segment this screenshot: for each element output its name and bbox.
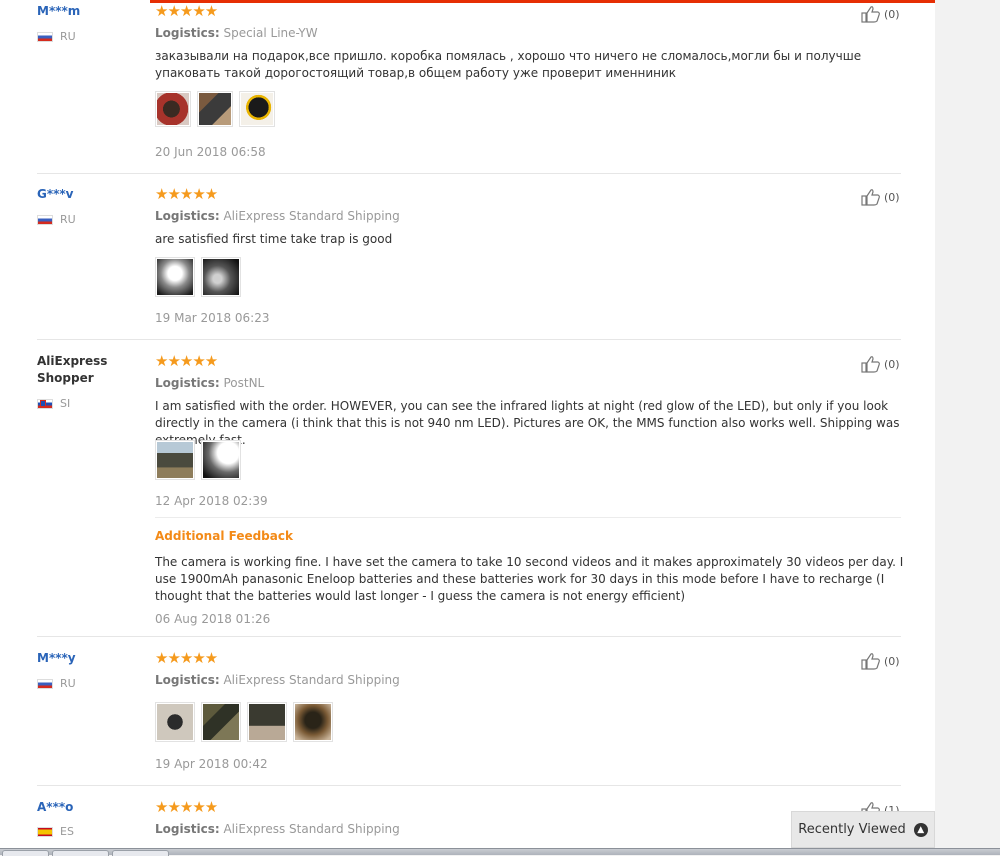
divider	[37, 785, 901, 786]
recently-viewed-label: Recently Viewed	[798, 822, 906, 837]
country-code: RU	[60, 677, 76, 690]
flag-icon	[37, 32, 53, 42]
helpful-count: (0)	[884, 357, 900, 371]
divider	[37, 636, 901, 637]
reviews-panel: M***m RU ★★★★★ (0) Logistics: Special Li…	[0, 0, 935, 848]
logistics-value: AliExpress Standard Shipping	[223, 209, 400, 223]
reviewer-name[interactable]: M***y	[37, 650, 127, 667]
reviewer-name[interactable]: M***m	[37, 3, 127, 20]
review-photo[interactable]	[197, 91, 233, 127]
review-photo[interactable]	[155, 702, 195, 742]
recently-viewed-button[interactable]: Recently Viewed ▲	[791, 811, 935, 848]
logistics-label: Logistics:	[155, 209, 220, 223]
taskbar-button[interactable]	[52, 850, 109, 856]
logistics-info: Logistics: PostNL	[155, 375, 264, 391]
reviewer-name[interactable]: G***v	[37, 186, 127, 203]
additional-feedback-date: 06 Aug 2018 01:26	[155, 612, 271, 626]
reviewer-country: ES	[37, 825, 74, 839]
reviewer-name[interactable]: AliExpress Shopper	[37, 353, 127, 387]
country-code: ES	[60, 825, 74, 838]
review-photos	[155, 440, 241, 480]
helpful-count: (0)	[884, 654, 900, 668]
reviewer-name[interactable]: A***o	[37, 799, 127, 816]
star-rating: ★★★★★	[155, 649, 218, 667]
country-code: SI	[60, 397, 71, 410]
thumbs-up-icon	[861, 189, 880, 206]
star-rating: ★★★★★	[155, 185, 218, 203]
reviewer-country: RU	[37, 677, 76, 691]
logistics-label: Logistics:	[155, 26, 220, 40]
page-background	[935, 0, 1000, 848]
review-photo[interactable]	[201, 440, 241, 480]
review-text: I am satisfied with the order. HOWEVER, …	[155, 399, 900, 447]
logistics-label: Logistics:	[155, 822, 220, 836]
logistics-value: AliExpress Standard Shipping	[223, 673, 400, 687]
logistics-info: Logistics: Special Line-YW	[155, 25, 318, 41]
chevron-up-icon: ▲	[913, 822, 928, 837]
helpful-count: (0)	[884, 190, 900, 204]
review-date: 19 Mar 2018 06:23	[155, 311, 270, 325]
reviewer-country: SI	[37, 397, 70, 411]
review-photo[interactable]	[155, 257, 195, 297]
review-photo[interactable]	[155, 440, 195, 480]
logistics-info: Logistics: AliExpress Standard Shipping	[155, 821, 400, 837]
flag-icon	[37, 827, 53, 837]
logistics-value: Special Line-YW	[223, 26, 318, 40]
additional-feedback-title: Additional Feedback	[155, 529, 293, 543]
taskbar-button[interactable]	[112, 850, 169, 856]
review-text: are satisfied first time take trap is go…	[155, 232, 393, 246]
logistics-info: Logistics: AliExpress Standard Shipping	[155, 208, 400, 224]
review-date: 20 Jun 2018 06:58	[155, 145, 266, 159]
divider	[37, 173, 901, 174]
star-rating: ★★★★★	[155, 352, 218, 370]
helpful-button[interactable]: (0)	[861, 188, 900, 206]
review-photo[interactable]	[155, 91, 191, 127]
logistics-info: Logistics: AliExpress Standard Shipping	[155, 672, 400, 688]
divider	[37, 339, 901, 340]
review-photos	[155, 91, 275, 127]
tab-accent-bar	[150, 0, 935, 3]
review-photo[interactable]	[293, 702, 333, 742]
star-rating: ★★★★★	[155, 2, 218, 20]
logistics-label: Logistics:	[155, 376, 220, 390]
thumbs-up-icon	[861, 653, 880, 670]
review-date: 19 Apr 2018 00:42	[155, 757, 268, 771]
reviewer-country: RU	[37, 30, 76, 44]
thumbs-up-icon	[861, 6, 880, 23]
review-photo[interactable]	[239, 91, 275, 127]
review-photo[interactable]	[201, 257, 241, 297]
helpful-count: (0)	[884, 7, 900, 21]
country-code: RU	[60, 30, 76, 43]
taskbar-button[interactable]	[2, 850, 49, 856]
flag-icon	[37, 399, 53, 409]
helpful-button[interactable]: (0)	[861, 355, 900, 373]
thumbs-up-icon	[861, 356, 880, 373]
logistics-value: PostNL	[223, 376, 265, 390]
logistics-label: Logistics:	[155, 673, 220, 687]
review-text: заказывали на подарок,все пришло. коробк…	[155, 49, 862, 80]
helpful-button[interactable]: (0)	[861, 652, 900, 670]
country-code: RU	[60, 213, 76, 226]
review-photos	[155, 257, 241, 297]
logistics-value: AliExpress Standard Shipping	[223, 822, 400, 836]
divider	[155, 517, 901, 518]
star-rating: ★★★★★	[155, 798, 218, 816]
flag-icon	[37, 679, 53, 689]
additional-feedback-text: The camera is working fine. I have set t…	[155, 555, 904, 603]
review-date: 12 Apr 2018 02:39	[155, 494, 268, 508]
reviewer-country: RU	[37, 213, 76, 227]
review-photo[interactable]	[247, 702, 287, 742]
helpful-button[interactable]: (0)	[861, 5, 900, 23]
review-photo[interactable]	[201, 702, 241, 742]
flag-icon	[37, 215, 53, 225]
review-photos	[155, 702, 333, 742]
